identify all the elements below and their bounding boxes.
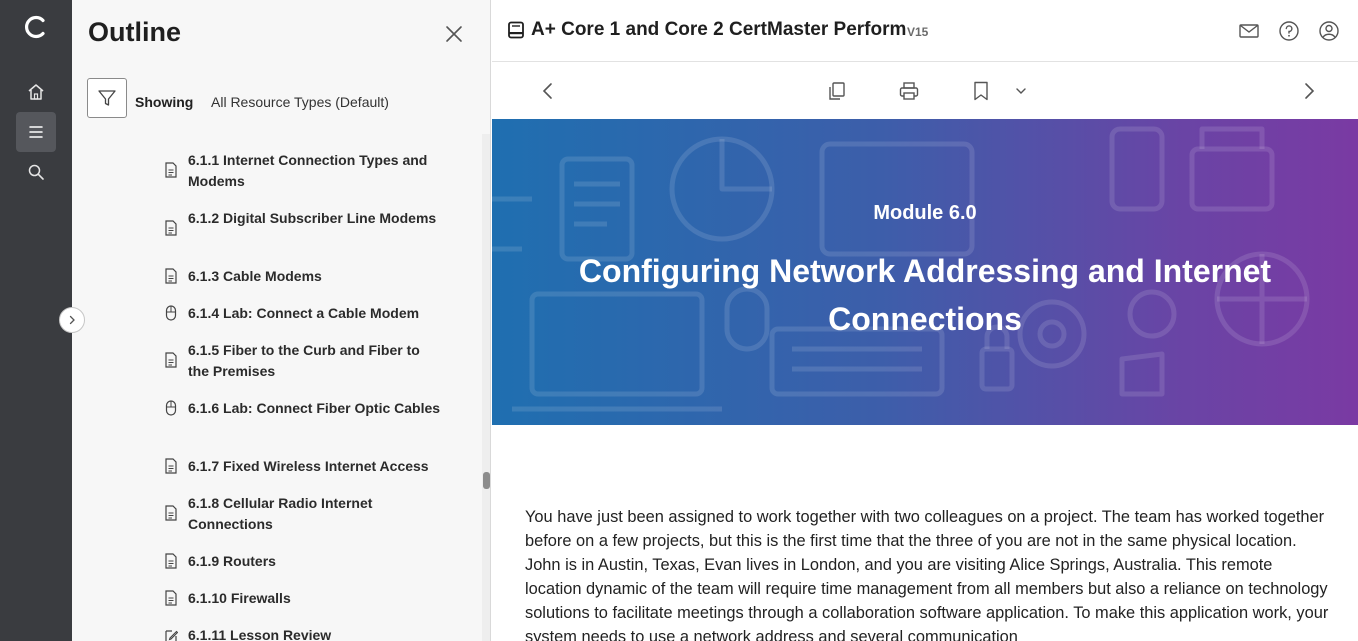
resource-filter-value[interactable]: All Resource Types (Default) xyxy=(211,94,389,110)
version-badge: V15 xyxy=(907,25,929,39)
module-title: Configuring Network Addressing and Inter… xyxy=(578,253,1272,337)
outline-item[interactable]: 6.1.9 Routers xyxy=(164,551,444,569)
home-icon xyxy=(28,84,44,100)
outline-item-label: 6.1.3 Cable Modems xyxy=(188,268,322,284)
search-icon xyxy=(28,164,44,180)
outline-item[interactable]: 6.1.10 Firewalls xyxy=(164,588,444,606)
next-page-icon[interactable] xyxy=(1298,80,1320,102)
mail-icon[interactable] xyxy=(1238,20,1260,42)
outline-item[interactable]: 6.1.1 Internet Connection Types and Mode… xyxy=(164,150,444,189)
outline-item-label: 6.1.5 Fiber to the Curb and Fiber to the… xyxy=(188,342,420,379)
document-icon xyxy=(165,162,177,178)
outline-item-label: 6.1.7 Fixed Wireless Internet Access xyxy=(188,458,429,474)
document-icon xyxy=(165,352,177,368)
filter-button[interactable] xyxy=(87,78,127,118)
module-banner: Module 6.0 Configuring Network Addressin… xyxy=(492,119,1358,425)
outline-scrollbar-thumb[interactable] xyxy=(483,472,490,489)
outline-item[interactable]: 6.1.2 Digital Subscriber Line Modems xyxy=(164,208,444,236)
book-icon xyxy=(508,21,524,39)
outline-list: 6.1.1 Internet Connection Types and Mode… xyxy=(72,134,482,641)
outline-item[interactable]: 6.1.6 Lab: Connect Fiber Optic Cables xyxy=(164,398,444,416)
user-profile-icon[interactable] xyxy=(1318,20,1340,42)
filter-icon xyxy=(98,90,116,106)
outline-panel: Outline Showing All Resource Types (Defa… xyxy=(72,0,491,641)
search-button[interactable] xyxy=(16,152,56,192)
outline-item-label: 6.1.8 Cellular Radio Internet Connection… xyxy=(188,495,373,532)
edit-icon xyxy=(165,630,178,641)
content-toolbar xyxy=(492,63,1358,119)
chevron-right-icon xyxy=(69,315,75,325)
outline-item-label: 6.1.4 Lab: Connect a Cable Modem xyxy=(188,305,420,321)
course-header: A+ Core 1 and Core 2 CertMaster Perform … xyxy=(492,0,1358,62)
outline-button[interactable] xyxy=(16,112,56,152)
document-icon xyxy=(165,590,177,606)
outline-item-label: 6.1.1 Internet Connection Types and Mode… xyxy=(188,152,428,189)
outline-item-label: 6.1.10 Firewalls xyxy=(188,590,291,606)
print-icon[interactable] xyxy=(898,80,920,102)
outline-item-label: 6.1.2 Digital Subscriber Line Modems xyxy=(188,210,437,226)
close-icon[interactable] xyxy=(444,24,464,44)
document-icon xyxy=(165,220,177,236)
list-icon xyxy=(29,126,43,138)
document-icon xyxy=(165,505,177,521)
home-button[interactable] xyxy=(16,72,56,112)
app-logo-icon[interactable] xyxy=(22,13,50,41)
outline-item-label: 6.1.9 Routers xyxy=(188,553,276,569)
mouse-icon xyxy=(165,305,177,321)
outline-item-label: 6.1.6 Lab: Connect Fiber Optic Cables xyxy=(188,400,441,416)
outline-scrollbar[interactable] xyxy=(482,134,490,641)
help-icon[interactable] xyxy=(1278,20,1300,42)
outline-item[interactable]: 6.1.5 Fiber to the Curb and Fiber to the… xyxy=(164,340,444,379)
intro-paragraph: You have just been assigned to work toge… xyxy=(525,508,1329,641)
outline-item[interactable]: 6.1.8 Cellular Radio Internet Connection… xyxy=(164,493,444,532)
document-icon xyxy=(165,268,177,284)
collapse-sidebar-button[interactable] xyxy=(59,307,85,333)
previous-page-icon[interactable] xyxy=(537,80,559,102)
showing-label: Showing xyxy=(135,94,194,110)
course-title: A+ Core 1 and Core 2 CertMaster Perform xyxy=(531,19,907,40)
outline-item[interactable]: 6.1.3 Cable Modems xyxy=(164,266,444,284)
document-icon xyxy=(165,458,177,474)
outline-item-label: 6.1.11 Lesson Review xyxy=(188,627,332,641)
bookmark-icon[interactable] xyxy=(970,80,992,102)
chevron-down-icon[interactable] xyxy=(1010,80,1032,102)
mouse-icon xyxy=(165,400,177,416)
copy-icon[interactable] xyxy=(826,80,848,102)
outline-item[interactable]: 6.1.11 Lesson Review xyxy=(164,625,444,641)
document-icon xyxy=(165,553,177,569)
outline-title: Outline xyxy=(88,17,181,47)
outline-item[interactable]: 6.1.4 Lab: Connect a Cable Modem xyxy=(164,303,444,321)
outline-item[interactable]: 6.1.7 Fixed Wireless Internet Access xyxy=(164,456,444,474)
module-number: Module 6.0 xyxy=(873,202,977,224)
